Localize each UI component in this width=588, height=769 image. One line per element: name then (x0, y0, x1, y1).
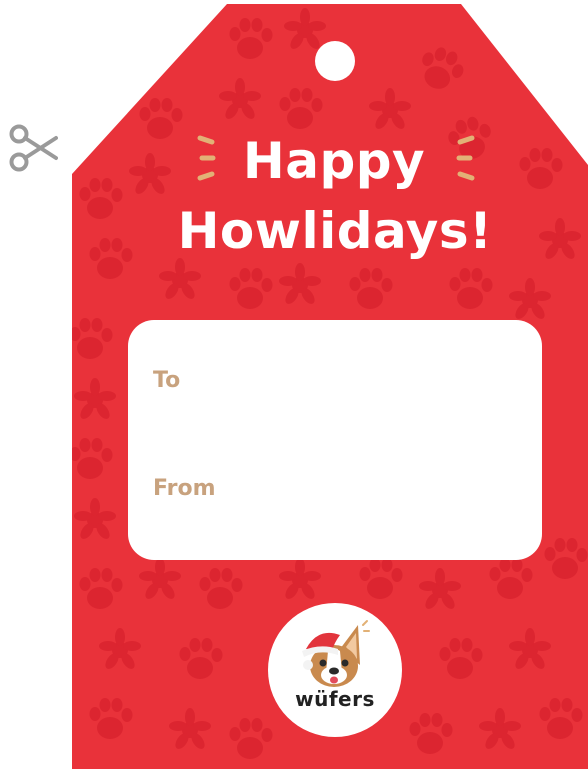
gift-tag-page: Happy Howlidays! To From wüfers (0, 0, 588, 769)
tag-hole (315, 41, 355, 81)
sparkle-icon-right (456, 135, 475, 181)
recipient-card: To From (128, 320, 542, 560)
to-label: To (153, 368, 181, 393)
from-label: From (153, 476, 216, 501)
brand-name: wüfers (295, 687, 375, 711)
title-line-2: Howlidays! (177, 202, 493, 260)
dog-santa-logo (302, 620, 370, 687)
title-line-1: Happy (242, 132, 426, 190)
brand-logo: wüfers (268, 603, 402, 737)
